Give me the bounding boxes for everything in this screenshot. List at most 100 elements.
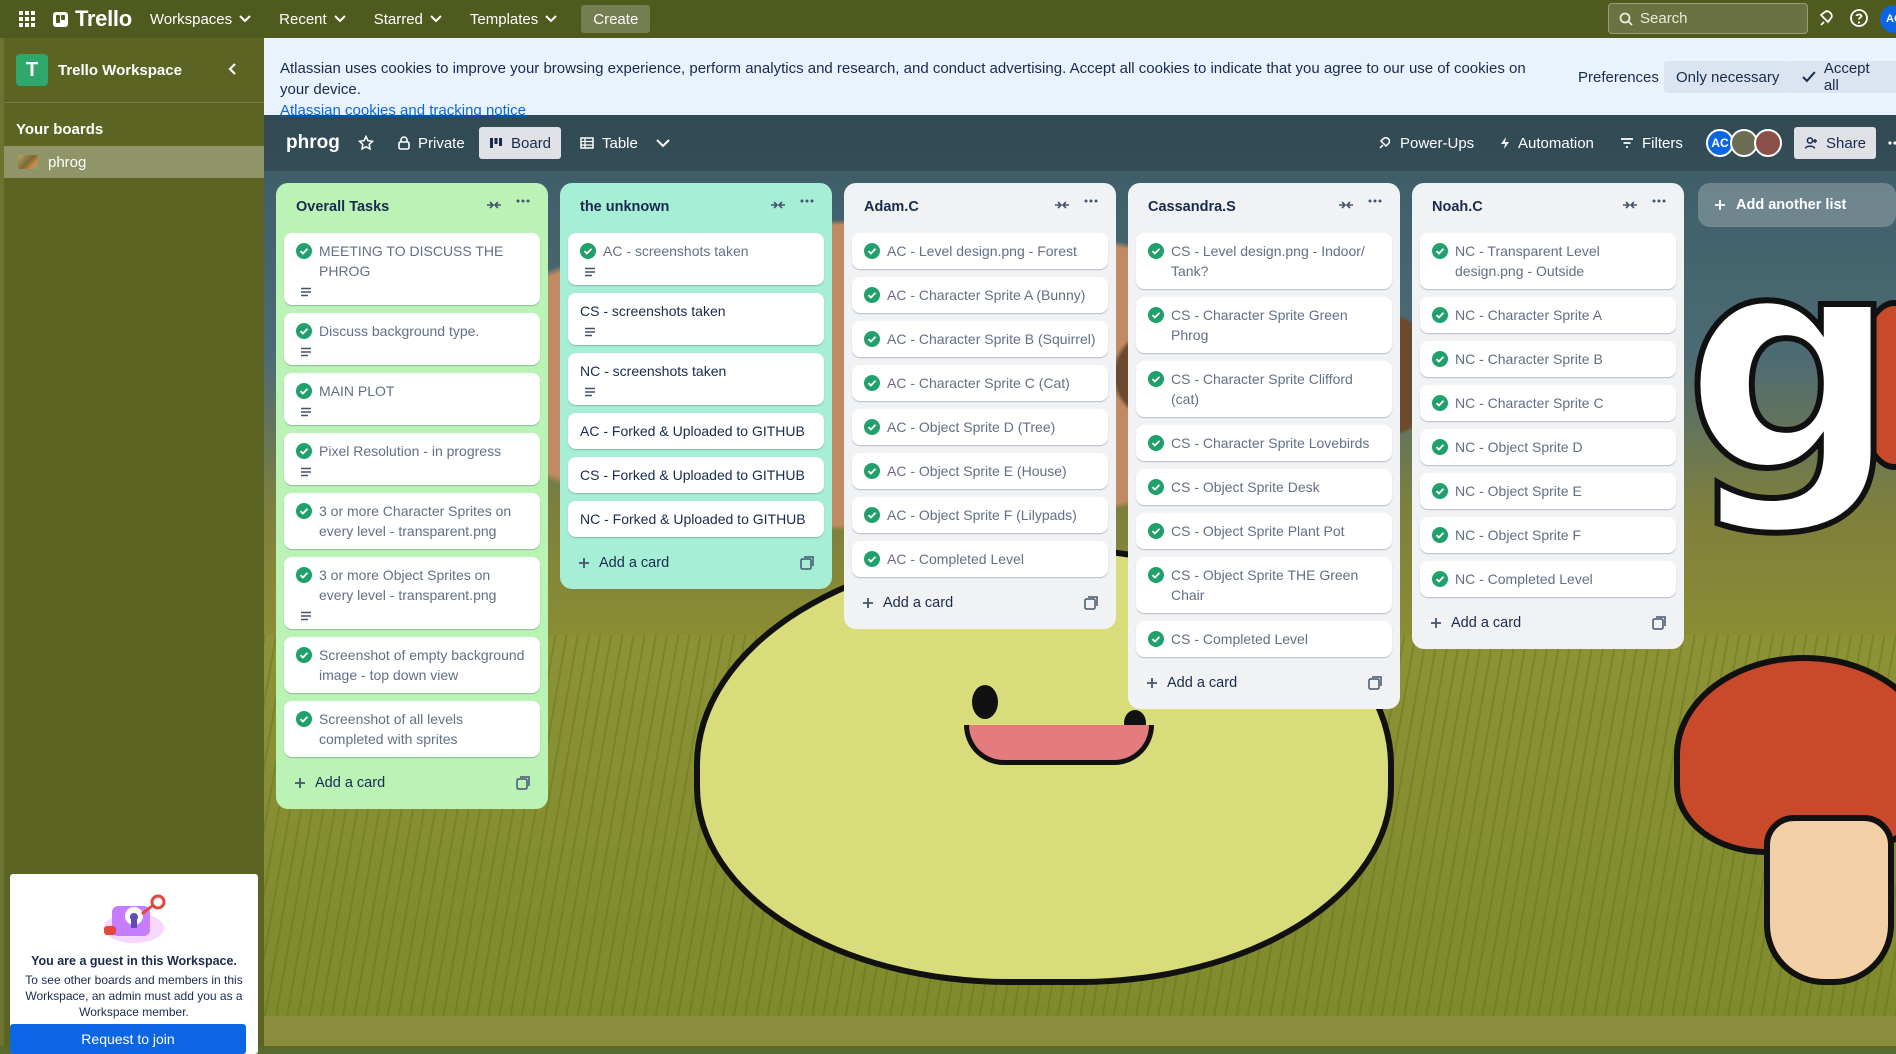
add-card-button[interactable]: Add a card [284,765,540,801]
card[interactable]: AC - screenshots taken [568,233,824,285]
trello-logo[interactable]: Trello [53,6,132,32]
complete-check-icon[interactable] [864,507,880,523]
member-avatar[interactable] [1754,129,1782,157]
card[interactable]: AC - Character Sprite C (Cat) [852,365,1108,401]
collapse-list-icon[interactable] [1622,199,1638,211]
complete-check-icon[interactable] [1432,395,1448,411]
card[interactable]: MEETING TO DISCUSS THE PHROG [284,233,540,305]
card[interactable]: 3 or more Object Sprites on every level … [284,557,540,629]
collapse-list-icon[interactable] [1054,199,1070,211]
card[interactable]: CS - Object Sprite Desk [1136,469,1392,505]
complete-check-icon[interactable] [864,463,880,479]
list-column[interactable]: Cassandra.S CS - Level design.png - Indoo… [1128,183,1400,709]
list-column[interactable]: Overall Tasks MEETING TO DISCUSS THE PHRO… [276,183,548,809]
card[interactable]: CS - Character Sprite Lovebirds [1136,425,1392,461]
card[interactable]: NC - Forked & Uploaded to GITHUB [568,501,824,537]
complete-check-icon[interactable] [296,711,312,727]
add-card-button[interactable]: Add a card [852,585,1108,621]
complete-check-icon[interactable] [1432,307,1448,323]
complete-check-icon[interactable] [296,383,312,399]
complete-check-icon[interactable] [1148,243,1164,259]
list-header[interactable]: Cassandra.S [1136,189,1392,225]
add-card-button[interactable]: Add a card [1420,605,1676,641]
list-menu-icon[interactable] [1652,199,1666,203]
complete-check-icon[interactable] [296,323,312,339]
notifications-icon[interactable] [1818,8,1840,30]
complete-check-icon[interactable] [1148,567,1164,583]
card[interactable]: CS - Object Sprite Plant Pot [1136,513,1392,549]
complete-check-icon[interactable] [296,567,312,583]
card[interactable]: NC - Transparent Level design.png - Outs… [1420,233,1676,289]
card[interactable]: AC - Object Sprite E (House) [852,453,1108,489]
complete-check-icon[interactable] [1148,307,1164,323]
visibility-button[interactable]: Private [388,127,475,159]
complete-check-icon[interactable] [1432,527,1448,543]
workspaces-menu[interactable]: Workspaces [140,5,261,33]
card[interactable]: Pixel Resolution - in progress [284,433,540,485]
card[interactable]: CS - Character Sprite Green Phrog [1136,297,1392,353]
card[interactable]: AC - Forked & Uploaded to GITHUB [568,413,824,449]
board-view-button[interactable]: Board [479,127,562,159]
card[interactable]: CS - Object Sprite THE Green Chair [1136,557,1392,613]
create-from-template-icon[interactable] [1652,616,1666,630]
card[interactable]: NC - Character Sprite A [1420,297,1676,333]
add-card-button[interactable]: Add a card [1136,665,1392,701]
list-title[interactable]: Overall Tasks [296,199,389,215]
create-from-template-icon[interactable] [1368,676,1382,690]
complete-check-icon[interactable] [1432,483,1448,499]
card[interactable]: NC - Object Sprite E [1420,473,1676,509]
templates-menu[interactable]: Templates [460,5,567,33]
complete-check-icon[interactable] [296,503,312,519]
list-title[interactable]: Cassandra.S [1148,199,1236,215]
create-from-template-icon[interactable] [516,776,530,790]
board-title[interactable]: phrog [286,127,340,159]
complete-check-icon[interactable] [1148,631,1164,647]
complete-check-icon[interactable] [1148,523,1164,539]
board-menu-button[interactable] [1888,127,1896,159]
list-column[interactable]: the unknown AC - screenshots taken CS - sc… [560,183,832,589]
recent-menu[interactable]: Recent [269,5,356,33]
card[interactable]: AC - Object Sprite F (Lilypads) [852,497,1108,533]
list-title[interactable]: Adam.C [864,199,919,215]
complete-check-icon[interactable] [864,331,880,347]
card[interactable]: NC - Character Sprite B [1420,341,1676,377]
list-column[interactable]: Adam.C AC - Level design.png - Forest AC -… [844,183,1116,629]
create-button[interactable]: Create [581,5,651,33]
card[interactable]: CS - Forked & Uploaded to GITHUB [568,457,824,493]
complete-check-icon[interactable] [864,419,880,435]
starred-menu[interactable]: Starred [364,5,452,33]
collapse-sidebar-icon[interactable] [226,62,238,76]
search-input[interactable]: Search [1608,3,1808,34]
complete-check-icon[interactable] [864,375,880,391]
help-icon[interactable] [1849,8,1871,30]
list-menu-icon[interactable] [800,199,814,203]
card[interactable]: AC - Character Sprite A (Bunny) [852,277,1108,313]
card[interactable]: MAIN PLOT [284,373,540,425]
workspace-header[interactable]: T Trello Workspace [4,38,264,103]
card[interactable]: CS - Level design.png - Indoor/ Tank? [1136,233,1392,289]
table-view-button[interactable]: Table [570,127,648,159]
card[interactable]: AC - Character Sprite B (Squirrel) [852,321,1108,357]
card[interactable]: CS - screenshots taken [568,293,824,345]
list-column[interactable]: Noah.C NC - Transparent Level design.png … [1412,183,1684,649]
complete-check-icon[interactable] [1148,371,1164,387]
card[interactable]: NC - Object Sprite D [1420,429,1676,465]
sidebar-board-phrog[interactable]: phrog [4,146,264,178]
complete-check-icon[interactable] [296,443,312,459]
complete-check-icon[interactable] [1432,351,1448,367]
card[interactable]: Screenshot of all levels completed with … [284,701,540,757]
card[interactable]: CS - Completed Level [1136,621,1392,657]
card[interactable]: Screenshot of empty background image - t… [284,637,540,693]
create-from-template-icon[interactable] [800,556,814,570]
more-views-button[interactable] [656,127,670,159]
card[interactable]: AC - Completed Level [852,541,1108,577]
collapse-list-icon[interactable] [770,199,786,211]
complete-check-icon[interactable] [1148,479,1164,495]
list-title[interactable]: Noah.C [1432,199,1483,215]
card[interactable]: NC - Object Sprite F [1420,517,1676,553]
card[interactable]: AC - Level design.png - Forest [852,233,1108,269]
complete-check-icon[interactable] [1148,435,1164,451]
user-avatar[interactable]: AC [1880,5,1896,33]
filters-button[interactable]: Filters [1610,127,1693,159]
card[interactable]: 3 or more Character Sprites on every lev… [284,493,540,549]
